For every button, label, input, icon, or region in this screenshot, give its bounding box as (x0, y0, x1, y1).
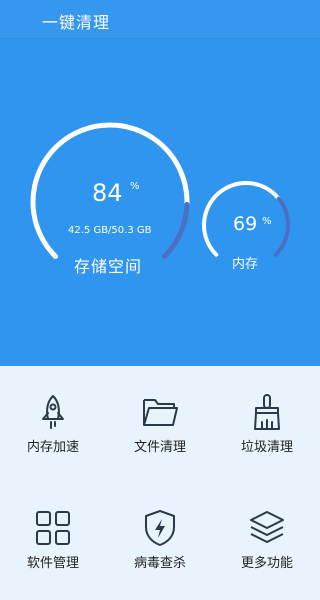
memory-label: 内存 (232, 257, 259, 272)
storage-gauge-progress (161, 201, 190, 259)
storage-percent-sign: % (130, 181, 140, 192)
feature-memory-boost[interactable]: 内存加速 (0, 392, 106, 455)
memory-percent-sign: % (262, 216, 272, 227)
feature-junk-clean[interactable]: 垃圾清理 (214, 392, 320, 455)
memory-percent: 69 (233, 213, 258, 235)
feature-label: 内存加速 (26, 440, 79, 455)
feature-app-manager[interactable]: 软件管理 (0, 508, 106, 571)
apps-grid-icon (36, 511, 70, 545)
folder-icon (143, 399, 178, 426)
storage-usage: 42.5 GB/50.3 GB (68, 225, 152, 236)
broom-icon (254, 394, 280, 430)
feature-label: 更多功能 (240, 556, 293, 571)
feature-virus-scan[interactable]: 病毒查杀 (107, 508, 213, 571)
layers-icon (250, 511, 284, 543)
feature-grid: 内存加速 文件清理 垃圾清理 软件管理 病毒查杀 更多功能 (0, 366, 320, 600)
feature-label: 垃圾清理 (240, 440, 293, 455)
storage-label: 存储空间 (74, 257, 143, 276)
storage-percent: 84 (92, 179, 123, 207)
gauges (30, 122, 290, 259)
feature-file-clean[interactable]: 文件清理 (107, 392, 213, 455)
feature-label: 软件管理 (26, 556, 79, 571)
feature-label: 病毒查杀 (133, 556, 186, 571)
rocket-icon (42, 395, 64, 429)
shield-lightning-icon (145, 510, 175, 546)
memory-gauge-progress (273, 196, 290, 257)
feature-more[interactable]: 更多功能 (214, 508, 320, 571)
feature-label: 文件清理 (133, 440, 186, 455)
